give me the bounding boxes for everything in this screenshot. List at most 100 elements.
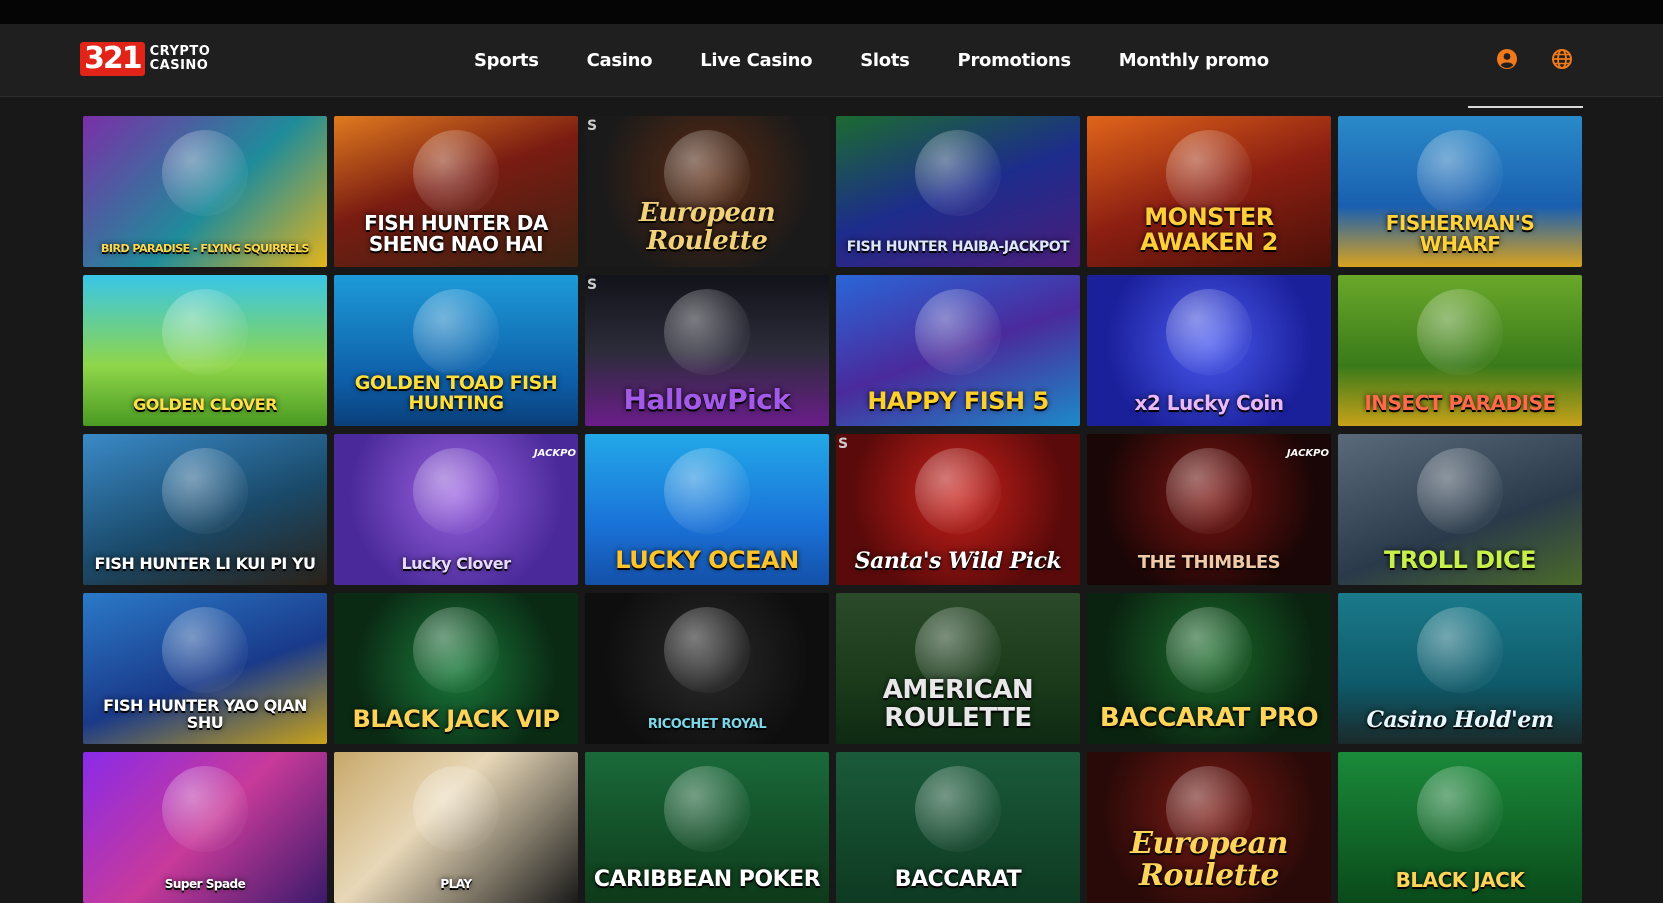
game-artwork <box>1417 448 1503 534</box>
game-title: European Roulette <box>638 198 776 256</box>
game-tile[interactable]: FISH HUNTER HAIBA-JACKPOT <box>836 116 1080 267</box>
game-title: HallowPick <box>623 382 791 416</box>
game-artwork <box>664 289 750 375</box>
game-title: FISH HUNTER DA SHENG NAO HAI <box>364 211 548 256</box>
game-artwork <box>915 448 1001 534</box>
game-artwork <box>915 130 1001 216</box>
game-artwork <box>162 766 248 852</box>
game-tile[interactable]: TROLL DICE <box>1338 434 1582 585</box>
game-title: x2 Lucky Coin <box>1134 391 1284 415</box>
globe-icon[interactable] <box>1551 48 1573 70</box>
game-tile[interactable]: PLAY <box>334 752 578 903</box>
game-tile[interactable]: LUCKY OCEAN <box>585 434 829 585</box>
game-artwork <box>162 130 248 216</box>
game-tile[interactable]: Casino Hold'em <box>1338 593 1582 744</box>
game-title: Super Spade <box>164 877 246 892</box>
game-title: FISH HUNTER LI KUI PI YU <box>94 554 316 574</box>
game-title: BACCARAT PRO <box>1099 702 1319 733</box>
game-title: Casino Hold'em <box>1366 706 1554 733</box>
game-title: BIRD PARADISE - FLYING SQUIRRELS <box>101 242 309 256</box>
game-tile[interactable]: JACKPO Lucky Clover <box>334 434 578 585</box>
user-icon[interactable] <box>1496 48 1518 70</box>
game-artwork <box>1417 766 1503 852</box>
game-title: FISHERMAN'S WHARF <box>1385 211 1535 256</box>
logo-wordmark: CRYPTO CASINO <box>150 45 211 73</box>
game-artwork <box>915 766 1001 852</box>
game-artwork <box>413 130 499 216</box>
site-logo[interactable]: 321 CRYPTO CASINO <box>80 41 210 77</box>
game-artwork <box>162 607 248 693</box>
logo-line-2: CASINO <box>149 58 209 73</box>
game-artwork <box>664 766 750 852</box>
game-artwork <box>915 289 1001 375</box>
game-title: THE THIMBLES <box>1137 552 1281 574</box>
game-artwork <box>413 289 499 375</box>
game-tile[interactable]: FISH HUNTER YAO QIAN SHU <box>83 593 327 744</box>
nav-live-casino[interactable]: Live Casino <box>700 50 812 71</box>
provider-badge: S <box>587 277 598 293</box>
game-tile[interactable]: BLACK JACK VIP <box>334 593 578 744</box>
game-title: GOLDEN CLOVER <box>133 395 277 415</box>
game-artwork <box>413 448 499 534</box>
game-tile[interactable]: BIRD PARADISE - FLYING SQUIRRELS <box>83 116 327 267</box>
game-tile[interactable]: INSECT PARADISE <box>1338 275 1582 426</box>
nav-promotions[interactable]: Promotions <box>958 50 1072 71</box>
jackpot-badge: JACKPO <box>533 448 576 459</box>
game-tile[interactable]: Super Spade <box>83 752 327 903</box>
nav-monthly-promo[interactable]: Monthly promo <box>1119 50 1269 71</box>
game-artwork <box>1166 289 1252 375</box>
game-tile[interactable]: S European Roulette <box>585 116 829 267</box>
dropdown-underline <box>1468 106 1583 108</box>
game-artwork <box>162 448 248 534</box>
game-title: TROLL DICE <box>1383 545 1537 574</box>
game-tile[interactable]: MONSTER AWAKEN 2 <box>1087 116 1331 267</box>
game-tile[interactable]: GOLDEN CLOVER <box>83 275 327 426</box>
game-tile[interactable]: RICOCHET ROYAL <box>585 593 829 744</box>
main-nav: Sports Casino Live Casino Slots Promotio… <box>474 24 1317 96</box>
game-title: INSECT PARADISE <box>1364 391 1556 415</box>
game-tile[interactable]: x2 Lucky Coin <box>1087 275 1331 426</box>
game-title: European Roulette <box>1130 826 1288 893</box>
game-artwork <box>162 289 248 375</box>
game-tile[interactable]: CARIBBEAN POKER <box>585 752 829 903</box>
game-grid: BIRD PARADISE - FLYING SQUIRRELS FISH HUN… <box>83 116 1582 903</box>
game-tile[interactable]: FISH HUNTER LI KUI PI YU <box>83 434 327 585</box>
game-artwork <box>1417 130 1503 216</box>
game-title: FISH HUNTER YAO QIAN SHU <box>103 696 307 733</box>
game-title: BLACK JACK <box>1395 868 1525 892</box>
game-tile[interactable]: AMERICAN ROULETTE <box>836 593 1080 744</box>
game-title: CARIBBEAN POKER <box>593 866 821 892</box>
nav-sports[interactable]: Sports <box>474 50 539 71</box>
provider-badge: S <box>838 436 849 452</box>
nav-casino[interactable]: Casino <box>587 50 653 71</box>
game-artwork <box>664 448 750 534</box>
game-artwork <box>1166 607 1252 693</box>
game-tile[interactable]: FISH HUNTER DA SHENG NAO HAI <box>334 116 578 267</box>
game-title: BLACK JACK VIP <box>352 704 560 733</box>
game-title: PLAY <box>440 877 472 892</box>
game-title: HAPPY FISH 5 <box>867 386 1049 415</box>
game-tile[interactable]: FISHERMAN'S WHARF <box>1338 116 1582 267</box>
game-tile[interactable]: GOLDEN TOAD FISH HUNTING <box>334 275 578 426</box>
game-title: Santa's Wild Pick <box>854 547 1062 574</box>
game-title: BACCARAT <box>894 866 1022 892</box>
nav-slots[interactable]: Slots <box>860 50 910 71</box>
game-title: MONSTER AWAKEN 2 <box>1140 202 1278 256</box>
game-tile[interactable]: BLACK JACK <box>1338 752 1582 903</box>
game-title: AMERICAN ROULETTE <box>882 675 1034 733</box>
game-tile[interactable]: European Roulette <box>1087 752 1331 903</box>
game-tile[interactable]: HAPPY FISH 5 <box>836 275 1080 426</box>
game-tile[interactable]: BACCARAT PRO <box>1087 593 1331 744</box>
jackpot-badge: JACKPO <box>1286 448 1329 459</box>
game-tile[interactable]: JACKPO THE THIMBLES <box>1087 434 1331 585</box>
top-strip <box>0 0 1663 24</box>
game-tile[interactable]: S Santa's Wild Pick <box>836 434 1080 585</box>
game-artwork <box>1166 448 1252 534</box>
logo-number: 321 <box>80 42 145 76</box>
game-title: FISH HUNTER HAIBA-JACKPOT <box>846 239 1070 256</box>
game-tile[interactable]: BACCARAT <box>836 752 1080 903</box>
game-title: LUCKY OCEAN <box>615 545 799 574</box>
game-tile[interactable]: S HallowPick <box>585 275 829 426</box>
game-artwork <box>1417 607 1503 693</box>
logo-line-1: CRYPTO <box>149 44 211 59</box>
